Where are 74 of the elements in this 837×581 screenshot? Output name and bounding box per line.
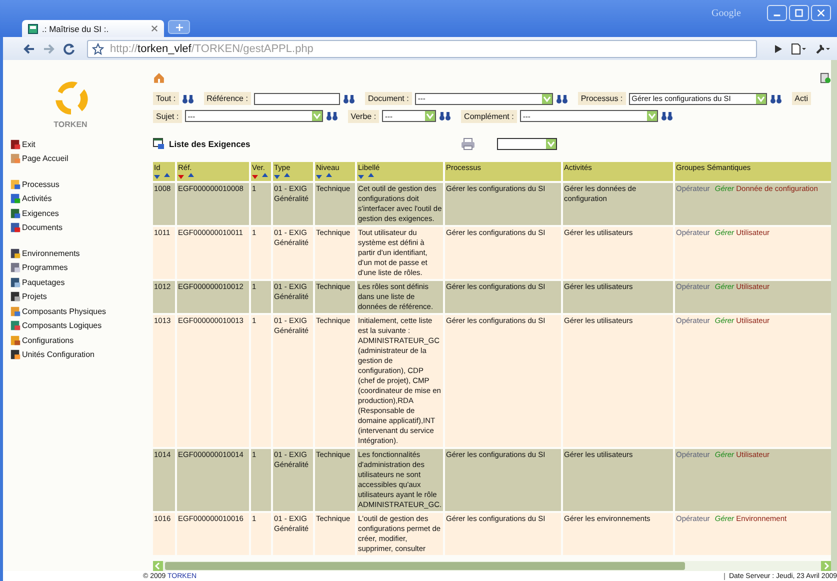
sidebar-item[interactable]: Programmes — [10, 260, 106, 275]
sort-down-icon[interactable] — [316, 173, 322, 179]
filter-label: Verbe : — [348, 110, 380, 123]
dropdown-arrow-icon — [646, 111, 657, 122]
filter-label: Complément : — [461, 110, 517, 123]
wrench-icon[interactable] — [815, 42, 831, 54]
sort-up-icon[interactable] — [284, 173, 290, 179]
binoculars-icon[interactable] — [326, 111, 338, 122]
sort-up-icon[interactable] — [368, 173, 374, 179]
sort-down-icon[interactable] — [252, 173, 258, 179]
dropdown-arrow-icon — [425, 111, 436, 122]
print-dropdown[interactable] — [497, 138, 557, 150]
play-icon[interactable] — [773, 44, 783, 54]
binoculars-icon[interactable] — [439, 111, 452, 122]
close-icon[interactable] — [151, 25, 158, 32]
dropdown-arrow-icon — [542, 94, 552, 104]
filter-label: Référence : — [204, 92, 251, 106]
sidebar-item[interactable]: Configurations — [10, 333, 106, 348]
maximize-button[interactable] — [789, 5, 809, 21]
dropdown-arrow-icon — [546, 139, 556, 150]
maximize-icon — [795, 9, 803, 17]
sort-down-icon[interactable] — [274, 173, 280, 179]
binoculars-icon[interactable] — [770, 94, 782, 104]
close-icon — [817, 9, 825, 17]
vertical-scrollbar[interactable] — [831, 60, 837, 571]
sort-up-icon[interactable] — [326, 173, 332, 179]
sidebar-item[interactable]: Projets — [10, 290, 106, 304]
sidebar-item[interactable]: Exit — [10, 137, 68, 152]
dropdown-arrow-icon — [312, 111, 322, 122]
filter-label: Tout : — [153, 92, 179, 106]
page-menu-icon[interactable] — [791, 42, 807, 54]
reference-field[interactable] — [254, 92, 340, 105]
sidebar-item[interactable]: Composants Logiques — [10, 318, 106, 333]
reload-icon[interactable] — [63, 42, 75, 54]
sort-down-icon[interactable] — [178, 173, 184, 179]
plus-icon — [176, 24, 182, 30]
browser-tab[interactable]: .: Maîtrise du SI :. — [22, 20, 164, 37]
printer-icon[interactable] — [461, 138, 475, 150]
sidebar-item[interactable]: Exigences — [10, 206, 62, 220]
binoculars-icon[interactable] — [342, 94, 355, 104]
filter-label: Acti — [792, 92, 811, 106]
sidebar-item[interactable]: Page Accueil — [10, 152, 68, 166]
sidebar-item[interactable]: Documents — [10, 220, 62, 235]
sidebar-item[interactable]: Composants Physiques — [10, 304, 106, 318]
export-icon[interactable] — [820, 72, 831, 84]
minimize-button[interactable] — [767, 5, 787, 21]
brand-label: Google — [712, 8, 741, 19]
sidebar-item[interactable]: Paquetages — [10, 275, 106, 290]
page-title: Liste des Exigences — [169, 139, 250, 150]
address-bar[interactable]: http://torken_vlef/TORKEN/gestAPPL.php — [87, 40, 757, 58]
sidebar-item[interactable]: Environnements — [10, 246, 106, 260]
star-icon[interactable] — [92, 42, 104, 54]
binoculars-icon[interactable] — [660, 111, 673, 122]
sort-up-icon[interactable] — [262, 173, 268, 179]
back-icon[interactable] — [23, 42, 35, 54]
logo-text: TORKEN — [54, 120, 88, 129]
sidebar-item[interactable]: Activités — [10, 192, 62, 206]
page-icon — [28, 24, 38, 34]
sort-down-icon[interactable] — [154, 173, 160, 179]
list-icon — [153, 138, 165, 150]
binoculars-icon[interactable] — [556, 94, 568, 104]
close-button[interactable] — [811, 5, 831, 21]
binoculars-icon[interactable] — [182, 94, 194, 104]
url-text: http://torken_vlef/TORKEN/gestAPPL.php — [110, 42, 314, 54]
sort-up-icon[interactable] — [188, 173, 194, 179]
filter-label: Processus : — [578, 92, 626, 106]
sort-down-icon[interactable] — [358, 173, 364, 179]
sidebar-item[interactable]: Unités Configuration — [10, 348, 106, 362]
filter-label: Document : — [364, 92, 412, 106]
sidebar-item[interactable]: Processus — [10, 177, 62, 192]
new-tab-button[interactable] — [168, 20, 190, 34]
dropdown-arrow-icon — [756, 94, 766, 104]
sort-up-icon[interactable] — [164, 173, 170, 179]
filter-label: Sujet : — [153, 110, 182, 123]
